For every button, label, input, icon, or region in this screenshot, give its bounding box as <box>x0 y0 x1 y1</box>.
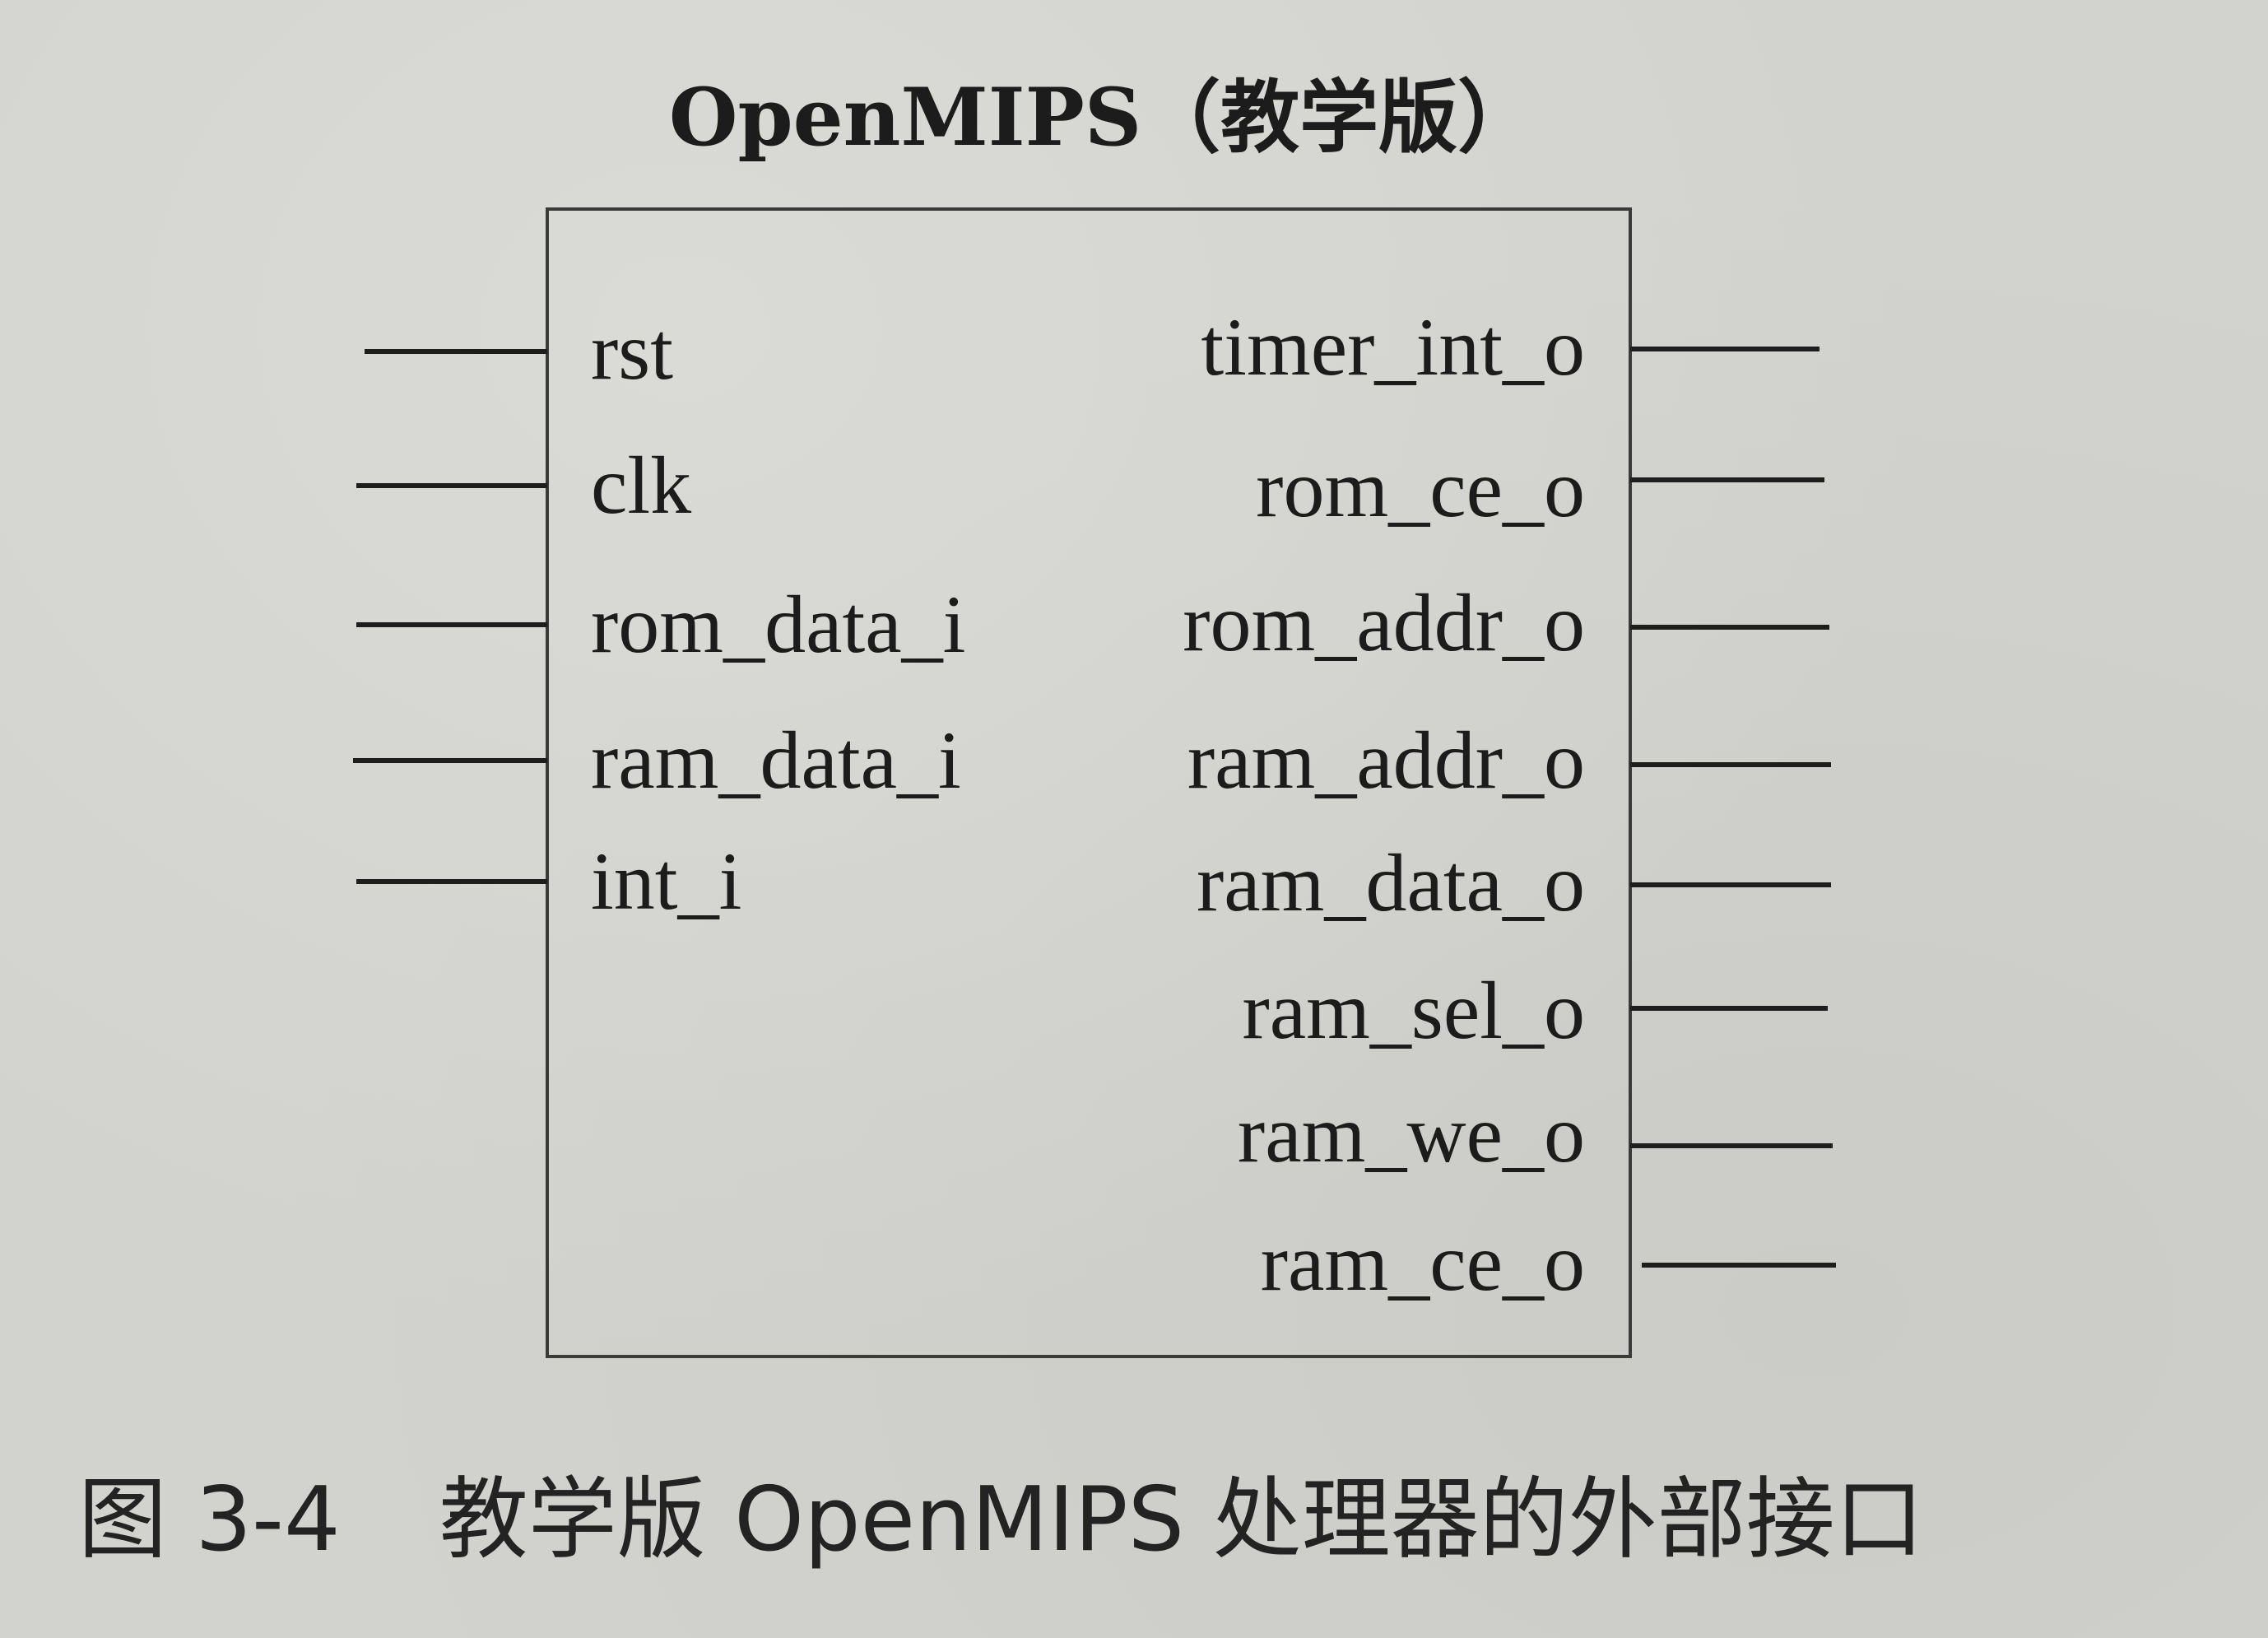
diagram-title: OpenMIPS（教学版） <box>668 71 1537 164</box>
output-label-rom-ce-o: rom_ce_o <box>1256 443 1585 534</box>
input-label-rom-data-i: rom_data_i <box>591 579 966 670</box>
output-label-rom-addr-o: rom_addr_o <box>1183 577 1585 668</box>
output-label-ram-ce-o: ram_ce_o <box>1260 1217 1585 1308</box>
output-label-ram-data-o: ram_data_o <box>1196 837 1585 928</box>
figure-caption: 图 3-4 教学版 OpenMIPS 处理器的外部接口 <box>78 1459 1924 1582</box>
input-label-rst: rst <box>591 305 673 397</box>
input-label-int-i: int_i <box>591 835 742 927</box>
output-line-rom-addr-o <box>1630 625 1829 630</box>
input-line-clk <box>356 483 547 488</box>
output-line-timer-int-o <box>1630 347 1820 351</box>
output-line-ram-data-o <box>1630 882 1831 887</box>
output-line-rom-ce-o <box>1630 477 1824 482</box>
input-line-int-i <box>356 879 547 884</box>
input-line-ram-data-i <box>353 758 547 763</box>
output-line-ram-we-o <box>1630 1143 1833 1148</box>
output-label-ram-sel-o: ram_sel_o <box>1242 965 1585 1056</box>
output-label-ram-we-o: ram_we_o <box>1237 1088 1585 1180</box>
figure-caption-text: 教学版 OpenMIPS 处理器的外部接口 <box>439 1468 1924 1571</box>
output-line-ram-sel-o <box>1630 1006 1828 1011</box>
input-label-clk: clk <box>591 440 692 531</box>
input-line-rst <box>365 349 547 354</box>
figure-number: 图 3-4 <box>78 1468 341 1571</box>
output-line-ram-ce-o <box>1642 1263 1836 1268</box>
input-label-ram-data-i: ram_data_i <box>591 714 961 806</box>
output-label-timer-int-o: timer_int_o <box>1201 301 1585 393</box>
output-label-ram-addr-o: ram_addr_o <box>1187 714 1585 806</box>
output-line-ram-addr-o <box>1630 762 1831 767</box>
input-line-rom-data-i <box>356 622 547 627</box>
